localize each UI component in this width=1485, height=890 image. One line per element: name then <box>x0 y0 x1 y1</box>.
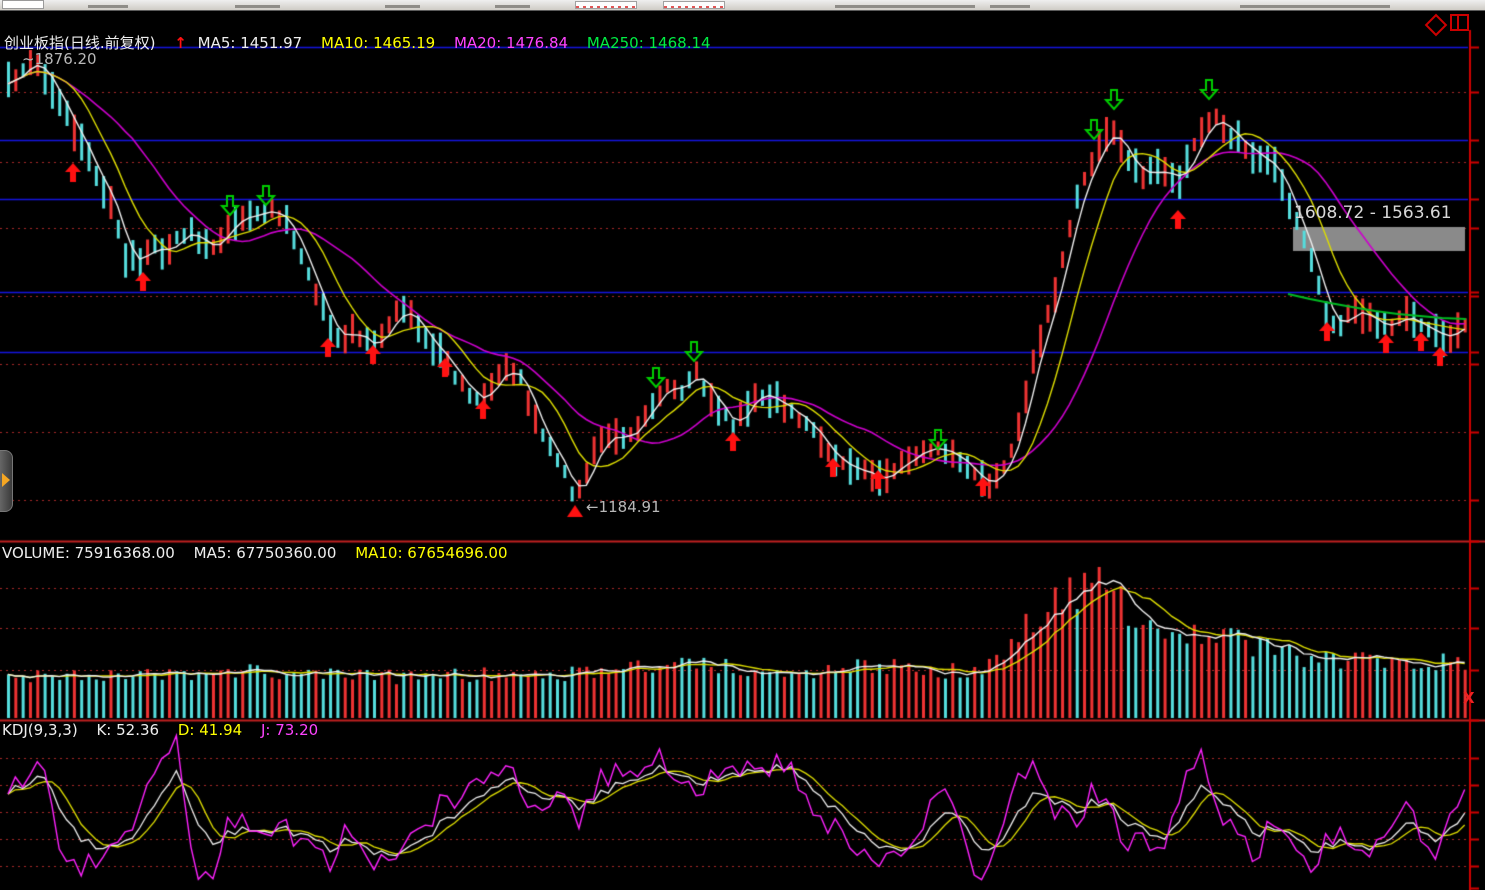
ma5-value: MA5: 1451.97 <box>198 34 303 52</box>
toolbar-menu-item[interactable] <box>835 5 975 8</box>
volume-value: VOLUME: 75916368.00 <box>2 544 175 562</box>
ma20-value: MA20: 1476.84 <box>454 34 568 52</box>
period-low-label: ←1184.91 <box>586 498 661 516</box>
ma250-value: MA250: 1468.14 <box>587 34 711 52</box>
close-indicator-button[interactable]: X <box>1463 689 1475 707</box>
toolbar-menu-item[interactable] <box>495 5 530 8</box>
kdj-name: KDJ(9,3,3) <box>2 721 78 739</box>
split-window-icon[interactable] <box>1450 14 1469 31</box>
kdj-header: KDJ(9,3,3) K: 52.36 D: 41.94 J: 73.20 <box>2 721 332 739</box>
expand-arrow-icon <box>2 473 10 487</box>
toolbar-menu-item[interactable] <box>88 5 128 8</box>
kdj-k-value: K: 52.36 <box>96 721 159 739</box>
top-toolbar <box>0 0 1485 11</box>
trend-up-arrow-icon: ↑ <box>174 34 187 52</box>
toolbar-menu-item[interactable] <box>990 5 1030 8</box>
toolbar-change-box <box>663 1 725 9</box>
toolbar-price-box <box>575 1 637 9</box>
volume-ma5-value: MA5: 67750360.00 <box>194 544 337 562</box>
volume-ma10-value: MA10: 67654696.00 <box>355 544 507 562</box>
kdj-d-value: D: 41.94 <box>178 721 242 739</box>
period-high-label: ~1876.20 <box>22 50 97 68</box>
toolbar-menu-item[interactable] <box>1240 5 1390 8</box>
kdj-j-value: J: 73.20 <box>261 721 318 739</box>
ma10-value: MA10: 1465.19 <box>321 34 435 52</box>
price-chart-canvas[interactable] <box>0 0 1485 890</box>
toolbar-menu-item[interactable] <box>385 5 420 8</box>
main-chart-header: 创业板指(日线.前复权) ↑ MA5: 1451.97 MA10: 1465.1… <box>4 32 725 53</box>
gap-range-label: 1608.72 - 1563.61 <box>1294 203 1452 223</box>
volume-header: VOLUME: 75916368.00 MA5: 67750360.00 MA1… <box>2 544 522 562</box>
toolbar-input-box[interactable] <box>2 0 44 9</box>
side-panel-handle[interactable] <box>0 450 13 512</box>
toolbar-menu-item[interactable] <box>235 5 280 8</box>
